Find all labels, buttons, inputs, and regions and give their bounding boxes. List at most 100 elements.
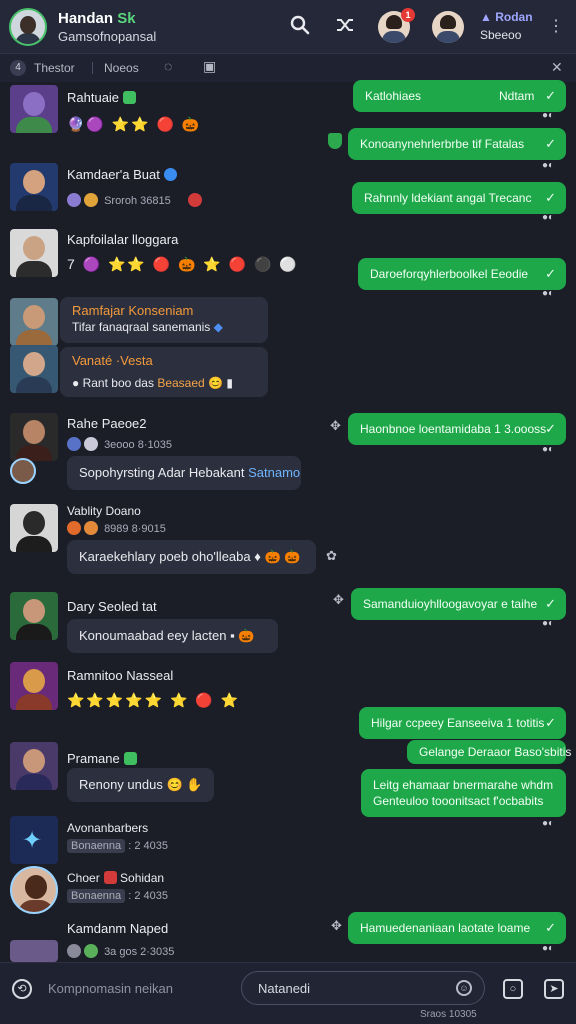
outgoing-message[interactable]: Hilgar ccpeey Eanseeiva 1 totitis ✓ <box>359 707 566 739</box>
reaction-icon[interactable]: ◌ <box>164 58 172 74</box>
star-icon: ✦ <box>22 827 43 854</box>
read-check-icon: ✓ <box>545 88 556 103</box>
close-icon[interactable]: ✕ <box>551 59 563 76</box>
meta-tag: Bonaenna <box>67 839 126 853</box>
sender-name[interactable]: Pramane <box>67 751 137 766</box>
avatar[interactable] <box>10 298 58 346</box>
group-avatar[interactable] <box>9 8 47 46</box>
incoming-message[interactable]: Vanaté ·Vesta ● Rant boo das Beasaed 😊 ▮ <box>60 347 268 397</box>
attach-icon[interactable]: ⟲ <box>12 979 32 999</box>
sender-name[interactable]: Kapfoilalar lloggara <box>67 232 178 247</box>
outgoing-message[interactable]: Konoanynehrlerbrbe tif Fatalas ✓ <box>348 128 566 160</box>
participant-avatar[interactable] <box>432 11 464 43</box>
emoji-icon: ▪ 🎃 <box>230 628 255 643</box>
header-right-sub: Sbeeoo <box>480 28 522 42</box>
sender-name[interactable]: Vablity Doano <box>67 504 141 518</box>
avatar[interactable] <box>10 662 58 710</box>
outgoing-message[interactable]: Hamuedenaniaan laotate loame ✓ <box>348 912 566 944</box>
avatar-small[interactable] <box>10 458 36 484</box>
incoming-message[interactable]: Sopohyrsting Adar Hebakant Satnamo <box>67 456 301 490</box>
read-check-icon: ✓ <box>545 920 556 935</box>
sender-name-secondary: Sohidan <box>120 871 165 885</box>
message-text: Tifar fanaqraal sanemanis ◆ <box>72 319 256 335</box>
avatar[interactable] <box>10 413 58 461</box>
read-check-icon: ✓ <box>545 715 556 730</box>
read-receipt-icon: ●◐ <box>542 943 555 954</box>
message-text: Gelange Deraaor Baso'sbitis <box>419 745 572 759</box>
incoming-message[interactable]: Renony undus 😊 ✋ <box>67 768 214 802</box>
read-check-icon: ✓ <box>545 190 556 205</box>
sender-name: Vanaté ·Vesta <box>72 353 153 368</box>
avatar[interactable] <box>10 504 58 552</box>
message-text: Karaekehlary poeb oho'lleaba <box>79 549 251 564</box>
status-dot <box>67 521 81 535</box>
message-input[interactable]: Natanedi ☺ <box>241 971 485 1005</box>
camera-icon[interactable]: ○ <box>503 979 523 999</box>
sender-name[interactable]: Kamdanm Naped <box>67 921 168 936</box>
outgoing-message[interactable]: Katlohiaes Ndtam ✓ <box>353 80 566 112</box>
incoming-message[interactable]: Karaekehlary poeb oho'lleaba ♦ 🎃 🎃 <box>67 540 316 574</box>
sender-name[interactable]: Rahtuaie <box>67 90 137 105</box>
diamond-icon: ◆ <box>213 320 223 334</box>
sender-name[interactable]: Avonanbarbers <box>67 821 148 835</box>
sender-name[interactable]: Ramnitoo Nasseal <box>67 668 173 683</box>
shuffle-icon[interactable] <box>333 15 357 39</box>
chat-title-accent: Sk <box>117 10 136 27</box>
message-meta: 3a gos 2·3035 <box>67 944 174 958</box>
sender-name[interactable]: Choer Sohidan <box>67 871 164 885</box>
outgoing-message[interactable]: Gelange Deraaor Baso'sbitis <box>407 740 571 764</box>
sender-name[interactable]: Kamdaer'a Buat <box>67 167 177 182</box>
avatar[interactable] <box>10 85 58 133</box>
header-right-title: ▲ Rodan <box>480 10 533 24</box>
outgoing-message[interactable]: Rahnnly ldekiant angal Trecanc ✓ <box>352 182 566 214</box>
count-badge: 4 <box>10 60 26 76</box>
message-text: Sopohyrsting Adar Hebakant <box>79 465 245 480</box>
outgoing-message[interactable]: Leitg ehamaar bnermarahe whdm Genteuloo … <box>361 769 566 817</box>
avatar[interactable] <box>10 163 58 211</box>
sender-name-text: Pramane <box>67 751 120 766</box>
sender-name[interactable]: Dary Seoled tat <box>67 599 157 614</box>
sender-name[interactable]: Rahe Paeoe2 <box>67 416 147 431</box>
outgoing-message[interactable]: Samanduioyhlloogavoyar e taihe ✓ <box>351 588 566 620</box>
timestamp: Sroroh 36815 <box>104 195 171 207</box>
verified-icon <box>123 91 137 104</box>
outgoing-message[interactable]: Daroeforqyhlerboolkel Eeodie ✓ <box>358 258 566 290</box>
message-text: Samanduioyhlloogavoyar e taihe <box>363 597 538 611</box>
paw-icon: ✥ <box>333 592 344 607</box>
incoming-message[interactable]: Konoumaabad eey lacten ▪ 🎃 <box>67 619 278 653</box>
avatar[interactable] <box>10 592 58 640</box>
composer-footer: Sraos 10305 <box>420 1009 477 1020</box>
chat-title[interactable]: Handan Sk <box>58 10 136 27</box>
timestamp: 3eooo 8·1035 <box>104 439 172 451</box>
avatar[interactable] <box>10 940 58 962</box>
send-icon[interactable]: ➤ <box>544 979 564 999</box>
read-receipt-icon: ●◐ <box>542 444 555 455</box>
read-receipt-icon: ●◐ <box>542 110 555 121</box>
frame-icon[interactable]: ▣ <box>203 58 216 75</box>
timestamp: 3a gos 2·3035 <box>104 946 175 958</box>
avatar[interactable] <box>10 866 58 914</box>
message-text: Konoumaabad eey lacten <box>79 628 227 643</box>
sender-name-text: Rahtuaie <box>67 90 120 105</box>
more-vert-icon[interactable]: ⋮ <box>548 16 564 36</box>
status-dot <box>84 944 98 958</box>
sender-name: Ramfajar Konseniam <box>72 303 194 318</box>
tab-thestor[interactable]: Thestor <box>34 61 75 75</box>
avatar[interactable] <box>10 229 58 277</box>
emoji-icon[interactable]: ☺ <box>456 980 472 996</box>
outgoing-message[interactable]: Haonbnoe loentamidaba 1 3.oooss ✓ <box>348 413 566 445</box>
search-icon[interactable] <box>288 15 312 39</box>
message-text: ● Rant boo das Beasaed 😊 ▮ <box>72 376 233 390</box>
message-text: Rahnnly ldekiant angal Trecanc <box>364 191 532 205</box>
tab-noeos[interactable]: Noeos <box>104 61 139 75</box>
message-text-a: Rant boo das <box>82 376 154 390</box>
avatar[interactable] <box>10 345 58 393</box>
read-check-icon: ✓ <box>545 421 556 436</box>
chat-subtitle: Gamsofnopansal <box>58 29 157 44</box>
avatar[interactable]: ✦ <box>10 816 58 864</box>
emoji-row: ⭐⭐⭐⭐⭐ ⭐ 🔴 ⭐ <box>67 692 241 708</box>
avatar[interactable] <box>10 742 58 790</box>
sender-name-text: Choer <box>67 871 100 885</box>
message-text: Hilgar ccpeey Eanseeiva 1 totitis <box>371 716 545 730</box>
incoming-message[interactable]: Ramfajar Konseniam Tifar fanaqraal sanem… <box>60 297 268 343</box>
